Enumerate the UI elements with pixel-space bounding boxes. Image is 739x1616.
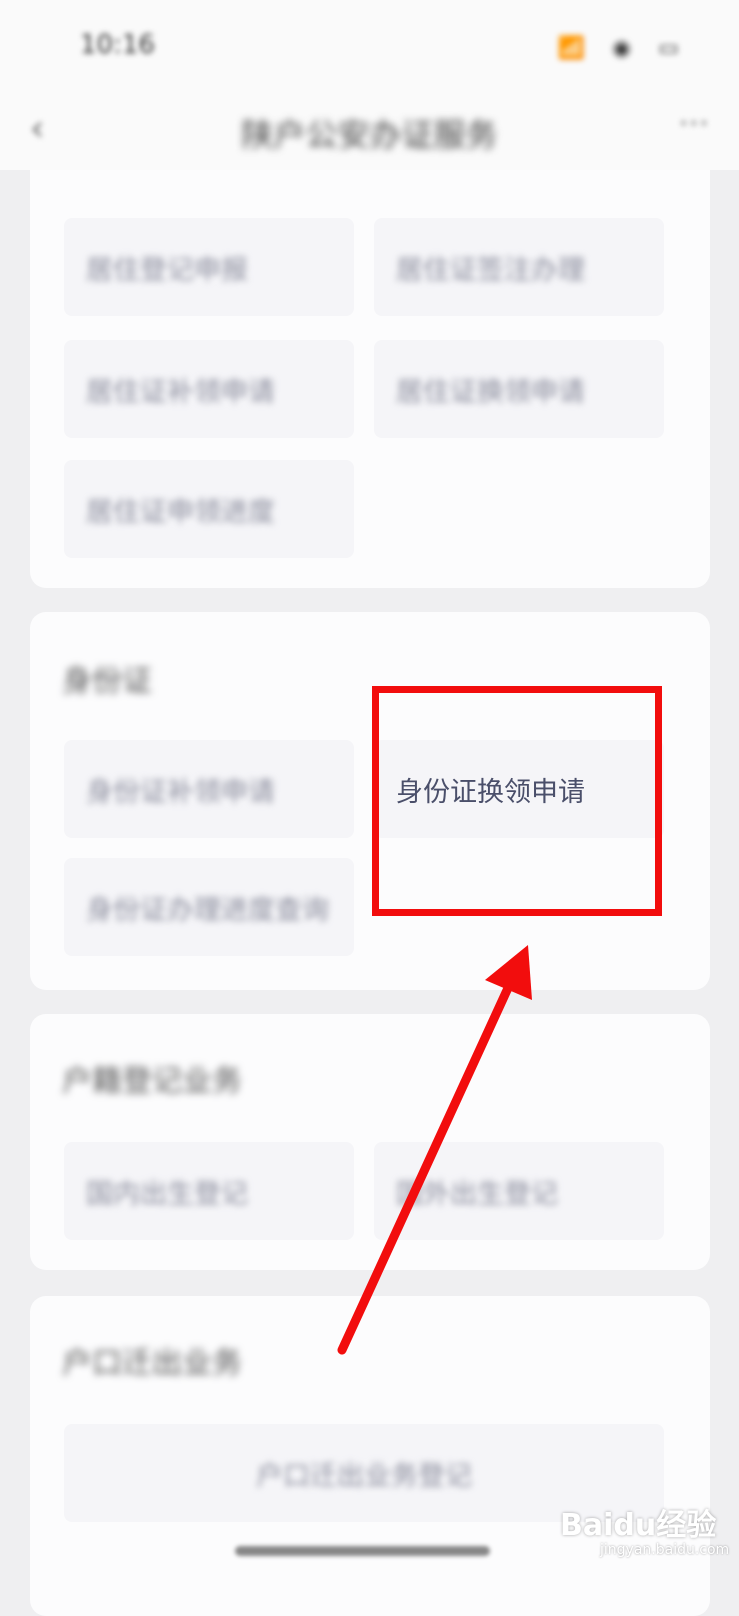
watermark-logo: Baidu经验 [560,1508,717,1543]
watermark-url: jingyan.baidu.com [600,1542,730,1558]
annotation-arrow-icon [337,945,532,1355]
home-indicator [235,1546,490,1556]
